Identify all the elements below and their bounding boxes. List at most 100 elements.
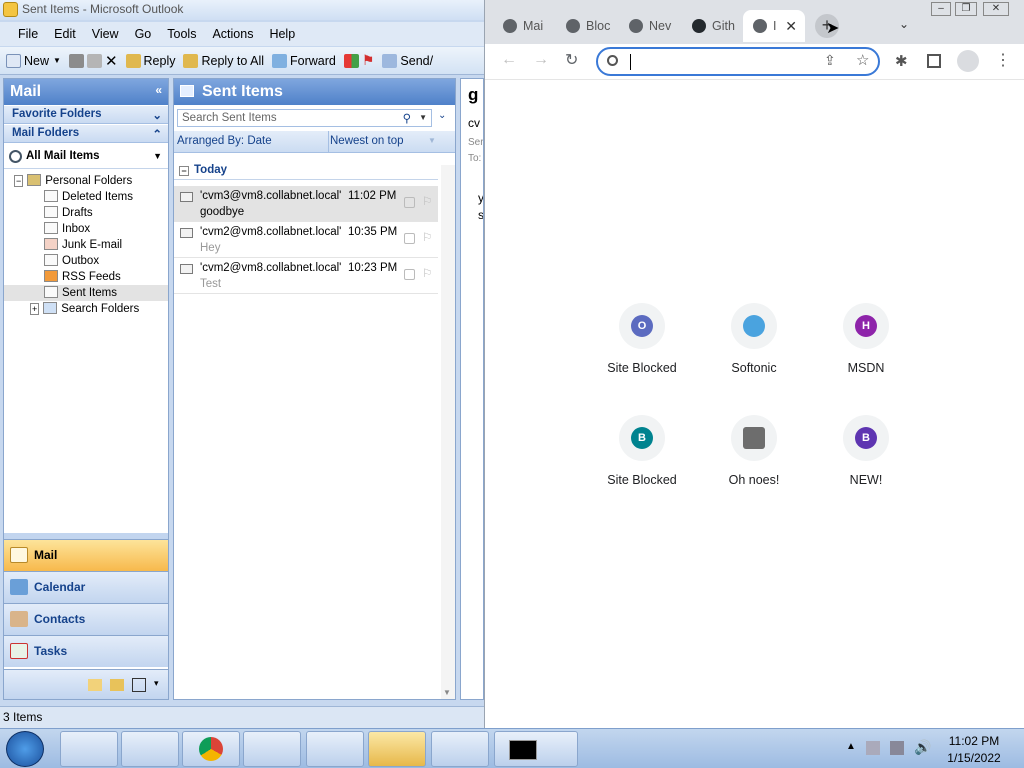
side-panel-icon[interactable] <box>927 54 941 68</box>
shortcut-tile[interactable]: B Site Blocked <box>586 415 698 515</box>
tab-search-icon[interactable]: ⌄ <box>899 17 909 31</box>
sort-order-button[interactable]: Newest on top <box>330 135 404 147</box>
tree-junk-email[interactable]: Junk E-mail <box>4 237 168 253</box>
categorize-icon[interactable] <box>343 53 359 68</box>
tree-rss-feeds[interactable]: RSS Feeds <box>4 269 168 285</box>
send-receive-button[interactable]: Send/ <box>382 53 433 68</box>
message-row[interactable]: 'cvm2@vm8.collabnet.local' 10:35 PM Hey … <box>174 222 438 258</box>
tab-new[interactable]: Nev <box>619 10 678 42</box>
back-icon[interactable]: ← <box>501 51 517 69</box>
close-tab-icon[interactable]: ✕ <box>785 10 797 42</box>
menu-kebab-icon[interactable]: ⋮ <box>995 50 1011 70</box>
scroll-down-icon[interactable]: ▼ <box>443 688 451 697</box>
new-button[interactable]: New ▼ <box>6 53 61 68</box>
chevron-down-icon[interactable]: ▼ <box>53 56 61 65</box>
menu-go[interactable]: Go <box>135 27 152 41</box>
notepad-taskbar-icon[interactable] <box>243 731 301 767</box>
menu-file[interactable]: File <box>18 27 38 41</box>
group-collapse-icon[interactable]: − <box>179 166 189 176</box>
nav-button-contacts[interactable]: Contacts <box>4 603 168 635</box>
expand-query-icon[interactable]: ⌄ <box>438 110 446 121</box>
volume-icon[interactable]: 🔊 <box>914 739 931 756</box>
shortcut-tile[interactable]: Softonic <box>698 303 810 403</box>
menu-tools[interactable]: Tools <box>167 27 196 41</box>
cmd-taskbar-icon[interactable] <box>494 731 578 767</box>
menu-edit[interactable]: Edit <box>54 27 76 41</box>
clock-date[interactable]: 1/15/2022 <box>944 751 1004 765</box>
folder-list-icon[interactable] <box>110 679 124 691</box>
tree-sent-items[interactable]: Sent Items <box>4 285 168 301</box>
action-center-icon[interactable] <box>866 741 880 755</box>
shortcut-tile[interactable]: H MSDN <box>810 303 922 403</box>
collapse-toggle-icon[interactable]: − <box>14 175 24 187</box>
chevron-down-icon[interactable]: ▼ <box>153 151 162 161</box>
shortcut-tile[interactable]: Oh noes! <box>698 415 810 515</box>
close-window-icon[interactable]: ✕ <box>983 2 1009 16</box>
clock-time[interactable]: 11:02 PM <box>944 734 1004 748</box>
shortcuts-icon[interactable] <box>132 678 146 692</box>
network-taskbar-icon[interactable] <box>431 731 489 767</box>
flag-icon[interactable]: ⚐ <box>422 266 432 280</box>
menu-actions[interactable]: Actions <box>212 27 253 41</box>
tree-drafts[interactable]: Drafts <box>4 205 168 221</box>
print-icon[interactable] <box>68 53 84 68</box>
mail-folders-band[interactable]: Mail Folders ⌃ <box>4 125 168 143</box>
forward-button[interactable]: Forward <box>272 53 336 68</box>
reload-icon[interactable]: ↻ <box>565 50 578 70</box>
tab-mail[interactable]: Mai <box>493 10 552 42</box>
maximize-icon[interactable]: ❐ <box>955 2 977 16</box>
flag-icon[interactable]: ⚐ <box>422 194 432 208</box>
expand-chevron-icon[interactable]: ⌄ <box>152 108 162 122</box>
reply-all-button[interactable]: Reply to All <box>183 53 264 68</box>
message-row[interactable]: 'cvm2@vm8.collabnet.local' 10:23 PM Test… <box>174 258 438 294</box>
profile-avatar-icon[interactable] <box>957 50 979 72</box>
category-checkbox[interactable] <box>404 233 415 244</box>
group-header-today[interactable]: − Today <box>174 164 438 180</box>
shortcut-tile[interactable]: B NEW! <box>810 415 922 515</box>
start-button[interactable] <box>6 731 44 767</box>
collapse-chevron-icon[interactable]: ⌃ <box>152 127 162 141</box>
flag-icon[interactable]: ⚐ <box>422 230 432 244</box>
expand-toggle-icon[interactable]: + <box>30 303 40 315</box>
move-to-folder-icon[interactable] <box>86 53 102 68</box>
tree-search-folders[interactable]: + Search Folders <box>4 301 168 317</box>
flag-icon[interactable]: ⚑ <box>362 52 375 69</box>
category-checkbox[interactable] <box>404 269 415 280</box>
nav-button-tasks[interactable]: Tasks <box>4 635 168 667</box>
collapse-pane-icon[interactable]: « <box>155 83 162 97</box>
arranged-by-button[interactable]: Arranged By: Date <box>177 135 272 147</box>
tab-active[interactable]: I ✕ <box>743 10 805 42</box>
tree-personal-folders[interactable]: − Personal Folders <box>4 173 168 189</box>
tree-inbox[interactable]: Inbox <box>4 221 168 237</box>
minimize-icon[interactable]: – <box>931 2 951 16</box>
forward-icon[interactable]: → <box>533 51 549 69</box>
tree-deleted-items[interactable]: Deleted Items <box>4 189 168 205</box>
search-icon[interactable]: ⚲ <box>403 111 411 125</box>
outlook-taskbar-icon[interactable] <box>368 731 426 767</box>
all-mail-items-dropdown[interactable]: All Mail Items ▼ <box>4 145 168 169</box>
favorite-folders-band[interactable]: Favorite Folders ⌄ <box>4 106 168 124</box>
category-checkbox[interactable] <box>404 197 415 208</box>
shortcut-tile[interactable]: O Site Blocked <box>586 303 698 403</box>
explorer-taskbar-icon[interactable] <box>60 731 118 767</box>
nav-button-calendar[interactable]: Calendar <box>4 571 168 603</box>
tab-blocked[interactable]: Bloc <box>556 10 615 42</box>
chrome-taskbar-icon[interactable] <box>182 731 240 767</box>
menu-view[interactable]: View <box>92 27 119 41</box>
network-icon[interactable] <box>890 741 904 755</box>
configure-buttons-icon[interactable]: ▾ <box>154 678 159 689</box>
show-hidden-icons-icon[interactable]: ▲ <box>846 741 856 752</box>
search-input[interactable]: Search Sent Items ⚲ ▼ <box>177 109 432 127</box>
media-player-taskbar-icon[interactable] <box>121 731 179 767</box>
share-icon[interactable]: ⇪ <box>824 52 836 69</box>
tab-github[interactable]: Gith <box>682 10 741 42</box>
extensions-icon[interactable]: ✱ <box>895 52 908 70</box>
delete-icon[interactable]: ✕ <box>105 52 118 70</box>
menu-help[interactable]: Help <box>269 27 295 41</box>
reply-button[interactable]: Reply <box>125 53 175 68</box>
notes-icon[interactable] <box>88 679 102 691</box>
control-panel-taskbar-icon[interactable] <box>306 731 364 767</box>
bookmark-star-icon[interactable]: ☆ <box>856 51 869 69</box>
message-row[interactable]: 'cvm3@vm8.collabnet.local' 11:02 PM good… <box>174 186 438 222</box>
address-bar[interactable]: ⇪ ☆ <box>596 47 880 76</box>
